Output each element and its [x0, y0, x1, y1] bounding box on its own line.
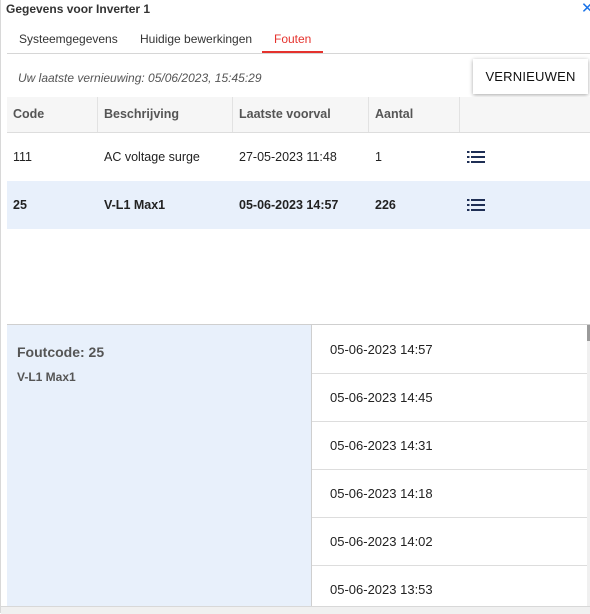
list-item: 05-06-2023 14:02 — [312, 518, 587, 566]
cell-description: V-L1 Max1 — [104, 198, 166, 212]
table-row-selected[interactable]: 25 V-L1 Max1 05-06-2023 14:57 226 — [7, 181, 590, 229]
fault-table: Code Beschrijving Laatste voorval Aantal… — [7, 97, 590, 229]
refresh-button[interactable]: VERNIEUWEN — [473, 59, 588, 94]
table-row[interactable]: 111 AC voltage surge 27-05-2023 11:48 1 — [7, 133, 590, 181]
list-item: 05-06-2023 14:57 — [312, 326, 587, 374]
list-item: 05-06-2023 14:45 — [312, 374, 587, 422]
list-icon[interactable] — [467, 199, 485, 211]
cell-count: 226 — [375, 198, 396, 212]
column-header-code[interactable]: Code — [7, 97, 98, 132]
column-header-count[interactable]: Aantal — [369, 97, 460, 132]
tab-fouten[interactable]: Fouten — [262, 28, 324, 53]
tab-bar: Systeemgegevens Huidige bewerkingen Fout… — [7, 28, 590, 54]
list-item: 05-06-2023 13:53 — [312, 566, 587, 607]
cell-count: 1 — [375, 150, 382, 164]
list-icon[interactable] — [467, 151, 485, 163]
cell-description: AC voltage surge — [104, 150, 200, 164]
cell-code: 25 — [13, 198, 27, 212]
column-header-actions — [460, 97, 590, 132]
tab-systeemgegevens[interactable]: Systeemgegevens — [7, 28, 130, 52]
column-header-last-occurrence[interactable]: Laatste voorval — [233, 97, 369, 132]
list-item: 05-06-2023 14:18 — [312, 470, 587, 518]
tab-huidige-bewerkingen[interactable]: Huidige bewerkingen — [128, 28, 264, 52]
fault-summary: Foutcode: 25 V-L1 Max1 — [7, 325, 312, 607]
list-item: 05-06-2023 14:31 — [312, 422, 587, 470]
column-header-description[interactable]: Beschrijving — [98, 97, 233, 132]
fault-detail-panel: Foutcode: 25 V-L1 Max1 05-06-2023 14:57 … — [7, 324, 590, 607]
cell-last-occurrence: 05-06-2023 14:57 — [239, 198, 339, 212]
window-title: Gegevens voor Inverter 1 — [6, 2, 151, 16]
cell-code: 111 — [13, 150, 33, 164]
close-icon[interactable]: ✕ — [581, 0, 590, 18]
fault-description: V-L1 Max1 — [17, 370, 76, 384]
table-header: Code Beschrijving Laatste voorval Aantal — [7, 97, 590, 133]
last-refresh-info: Uw laatste vernieuwing: 05/06/2023, 15:4… — [18, 71, 262, 85]
title-bar: Gegevens voor Inverter 1 ✕ — [1, 0, 590, 20]
inverter-details-window: Gegevens voor Inverter 1 ✕ Systeemgegeve… — [0, 0, 590, 614]
occurrence-list[interactable]: 05-06-2023 14:57 05-06-2023 14:45 05-06-… — [312, 325, 590, 607]
cell-last-occurrence: 27-05-2023 11:48 — [239, 150, 337, 164]
fault-code-title: Foutcode: 25 — [17, 344, 105, 360]
